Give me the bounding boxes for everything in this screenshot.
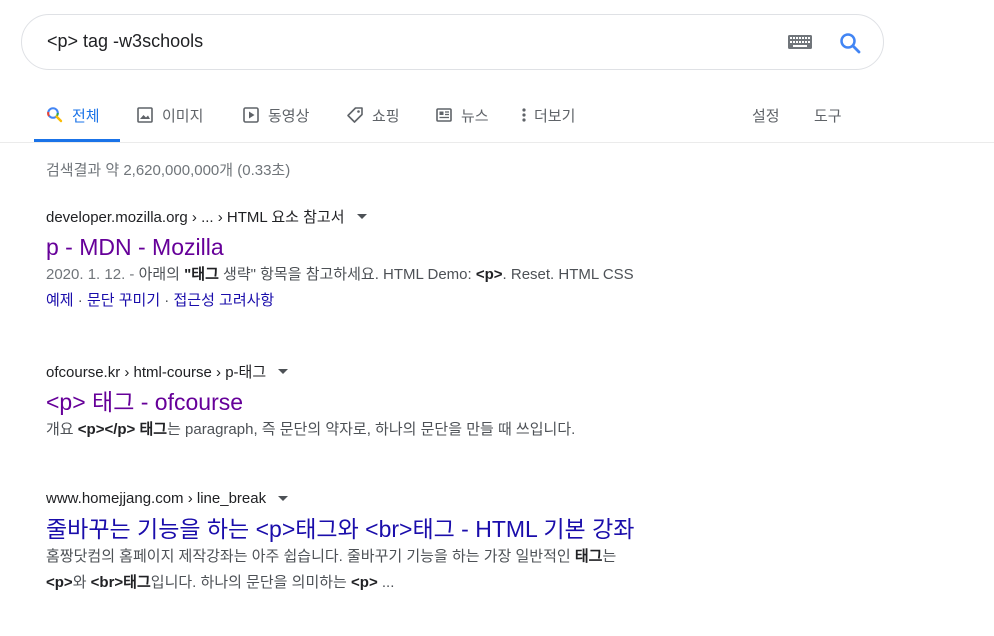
snippet-text: 와: [72, 574, 91, 591]
tag-icon: [347, 107, 363, 123]
video-icon: [243, 107, 259, 123]
tab-images[interactable]: 이미지: [136, 102, 203, 128]
snippet-text: 생략" 항목을 참고하세요. HTML Demo:: [218, 266, 476, 283]
result-breadcrumb[interactable]: ofcourse.kr › html-course › p-태그: [46, 361, 266, 382]
tab-label: 이미지: [162, 107, 204, 125]
snippet-highlight: "태그: [184, 266, 219, 283]
snippet-text: 홈짱닷컴의 홈페이지 제작강좌는 아주 쉽습니다. 줄바꾸기 기능을 하는 가장…: [46, 548, 575, 565]
snippet-text: . Reset. HTML CSS: [502, 266, 634, 283]
snippet-highlight: <p>: [46, 574, 73, 591]
keyboard-icon[interactable]: [788, 35, 812, 49]
search-result: developer.mozilla.org › ... › HTML 요소 참고…: [46, 206, 806, 314]
result-breadcrumb[interactable]: www.homejjang.com › line_break: [46, 490, 266, 507]
search-icon: [47, 107, 63, 123]
tab-more[interactable]: 더보기: [520, 102, 575, 128]
result-date: 2020. 1. 12. -: [46, 266, 135, 283]
tab-label: 뉴스: [461, 107, 489, 125]
snippet-highlight: <p>: [351, 574, 378, 591]
tab-all[interactable]: 전체: [46, 102, 100, 128]
sitelink-example[interactable]: 예제: [46, 292, 74, 309]
chevron-down-icon[interactable]: [356, 213, 367, 219]
result-url[interactable]: ofcourse.kr › html-course › p-태그: [46, 361, 806, 381]
result-url[interactable]: developer.mozilla.org › ... › HTML 요소 참고…: [46, 206, 806, 226]
sitelink-separator: ·: [73, 292, 87, 309]
tab-label: 전체: [72, 107, 100, 125]
tab-label: 더보기: [534, 107, 576, 125]
sitelinks: 예제 · 문단 꾸미기 · 접근성 고려사항: [46, 288, 806, 314]
result-title-link[interactable]: p - MDN - Mozilla: [46, 232, 806, 262]
snippet-text: 아래의: [134, 266, 185, 283]
snippet-highlight: <p></p> 태그: [77, 421, 168, 438]
result-title-link[interactable]: <p> 태그 - ofcourse: [46, 387, 806, 417]
result-stats: 검색결과 약 2,620,000,000개 (0.33초): [46, 162, 291, 179]
news-icon: [436, 108, 452, 122]
tab-videos[interactable]: 동영상: [242, 102, 309, 128]
sitelink-separator: ·: [160, 292, 174, 309]
snippet-text: 개요: [46, 421, 78, 438]
result-snippet: 개요 <p></p> 태그는 paragraph, 즉 문단의 약자로, 하나의…: [46, 417, 806, 443]
result-snippet: 홈짱닷컴의 홈페이지 제작강좌는 아주 쉽습니다. 줄바꾸기 기능을 하는 가장…: [46, 544, 806, 596]
result-title-link[interactable]: 줄바꾸는 기능을 하는 <p>태그와 <br>태그 - HTML 기본 강좌: [46, 514, 806, 544]
tab-label: 쇼핑: [372, 107, 400, 125]
snippet-text: 는: [602, 548, 617, 565]
search-result: ofcourse.kr › html-course › p-태그 <p> 태그 …: [46, 361, 806, 443]
settings-button[interactable]: 설정: [752, 102, 780, 128]
snippet-text: 는 paragraph, 즉 문단의 약자로, 하나의 문단을 만들 때 쓰입니…: [167, 421, 576, 438]
snippet-highlight: <p>: [475, 266, 503, 283]
tab-shopping[interactable]: 쇼핑: [346, 102, 400, 128]
search-input[interactable]: <p> tag -w3schools: [47, 31, 203, 52]
sitelink-styling[interactable]: 문단 꾸미기: [87, 292, 160, 309]
search-tabs: 전체 이미지 동영상 쇼핑 뉴스 더보기 설정 도구: [0, 90, 994, 143]
search-result: www.homejjang.com › line_break 줄바꾸는 기능을 …: [46, 488, 806, 596]
tab-label: 동영상: [268, 107, 310, 125]
tab-news[interactable]: 뉴스: [435, 102, 489, 128]
snippet-text: ...: [377, 574, 395, 591]
snippet-highlight: <br>태그: [90, 574, 151, 591]
sitelink-accessibility[interactable]: 접근성 고려사항: [173, 292, 274, 309]
more-vert-icon: [522, 108, 526, 122]
chevron-down-icon[interactable]: [278, 495, 289, 501]
chevron-down-icon[interactable]: [278, 368, 289, 374]
active-tab-indicator: [34, 139, 120, 142]
search-icon[interactable]: [838, 31, 862, 55]
tools-button[interactable]: 도구: [814, 102, 842, 128]
result-url[interactable]: www.homejjang.com › line_break: [46, 488, 806, 508]
snippet-text: 입니다. 하나의 문단을 의미하는: [150, 574, 352, 591]
snippet-highlight: 태그: [574, 548, 603, 565]
result-breadcrumb[interactable]: developer.mozilla.org › ... › HTML 요소 참고…: [46, 206, 345, 227]
result-snippet: 2020. 1. 12. - 아래의 "태그 생략" 항목을 참고하세요. HT…: [46, 262, 806, 288]
search-box[interactable]: <p> tag -w3schools: [21, 14, 884, 70]
image-icon: [137, 107, 153, 123]
